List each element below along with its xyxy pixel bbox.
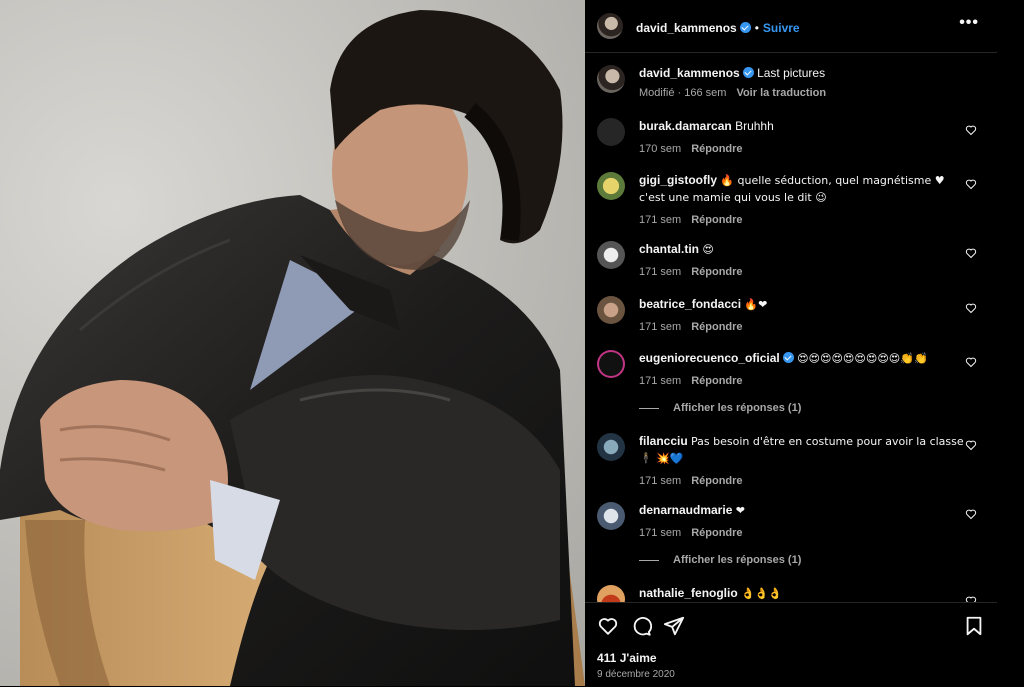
reply-button[interactable]: Répondre	[691, 321, 742, 333]
comment-meta: 171 sem Répondre	[639, 264, 964, 281]
view-replies-button[interactable]: Afficher les réponses (1)	[639, 554, 801, 566]
comment-time: 171 sem	[639, 266, 682, 278]
comment-body: gigi_gistoofly 🔥 quelle séduction, quel …	[639, 172, 964, 229]
header-user-row: david_kammenos • Suivre	[636, 19, 800, 37]
like-comment-heart-icon[interactable]	[965, 595, 977, 602]
follow-button[interactable]: Suivre	[763, 21, 800, 35]
commenter-avatar[interactable]	[597, 241, 625, 269]
caption-avatar[interactable]	[597, 65, 625, 93]
comment-body: filancciu Pas besoin d'être en costume p…	[639, 433, 964, 490]
comment-meta: 171 sem Répondre	[639, 473, 964, 490]
verified-badge-icon	[782, 352, 794, 363]
commenter-avatar[interactable]	[597, 585, 625, 602]
comment-text: Pas besoin d'être en costume pour avoir …	[639, 435, 964, 465]
comment-username[interactable]: gigi_gistoofly	[639, 173, 717, 187]
author-avatar[interactable]	[597, 13, 623, 39]
caption-meta: Modifié · 166 sem Voir la traduction	[639, 85, 964, 102]
comment-time: 171 sem	[639, 527, 682, 539]
reply-button[interactable]: Répondre	[691, 143, 742, 155]
caption-username[interactable]: david_kammenos	[639, 66, 740, 80]
comment-text: ❤	[735, 504, 745, 517]
like-comment-heart-icon[interactable]	[965, 508, 977, 520]
commenter-avatar[interactable]	[597, 350, 625, 378]
like-comment-heart-icon[interactable]	[965, 356, 977, 368]
reply-button[interactable]: Répondre	[691, 527, 742, 539]
verified-badge-icon	[742, 67, 754, 78]
commenter-avatar[interactable]	[597, 172, 625, 200]
comment-username[interactable]: burak.damarcan	[639, 119, 732, 133]
bookmark-icon[interactable]	[963, 615, 985, 637]
like-comment-heart-icon[interactable]	[965, 178, 977, 190]
post-actions-bar: 411 J'aime 9 décembre 2020	[585, 602, 997, 687]
comment-username[interactable]: chantal.tin	[639, 242, 699, 256]
like-comment-heart-icon[interactable]	[965, 247, 977, 259]
likes-count[interactable]: 411 J'aime	[597, 651, 657, 665]
comment-meta: 171 sem Répondre	[639, 319, 964, 336]
comment-meta: 171 sem Répondre	[639, 373, 964, 390]
portrait-illustration	[0, 10, 585, 686]
reply-button[interactable]: Répondre	[691, 266, 742, 278]
share-icon[interactable]	[663, 615, 685, 637]
caption-body: david_kammenos Last pictures Modifié · 1…	[639, 65, 964, 102]
comment-body: beatrice_fondacci 🔥❤ 171 sem Répondre	[639, 296, 964, 336]
window-right-margin	[997, 0, 1024, 686]
like-comment-heart-icon[interactable]	[965, 302, 977, 314]
comment-username[interactable]: eugeniorecuenco_oficial	[639, 351, 780, 365]
commenter-avatar[interactable]	[597, 433, 625, 461]
heart-icon[interactable]	[597, 615, 619, 637]
post-panel: david_kammenos • Suivre ••• david_kammenos…	[585, 0, 997, 686]
comment-time: 171 sem	[639, 321, 682, 333]
comment-username[interactable]: beatrice_fondacci	[639, 297, 741, 311]
comment-username[interactable]: filancciu	[639, 434, 688, 448]
comment-text: 😍😍😍😍😍😍😍😍😍👏👏	[797, 352, 928, 365]
comment-body: denarnaudmarie ❤ 171 sem Répondre	[639, 502, 964, 542]
like-comment-heart-icon[interactable]	[965, 124, 977, 136]
comment-icon[interactable]	[630, 615, 652, 637]
comment-body: chantal.tin 😍 171 sem Répondre	[639, 241, 964, 281]
reply-button[interactable]: Répondre	[691, 475, 742, 487]
comment-meta: 171 sem Répondre	[639, 212, 964, 229]
comment-time: 170 sem	[639, 143, 682, 155]
author-username[interactable]: david_kammenos	[636, 21, 737, 35]
comment-time: 171 sem	[639, 214, 682, 226]
comment-time: 171 sem	[639, 375, 682, 387]
comment-body: burak.damarcan Bruhhh 170 sem Répondre	[639, 118, 964, 158]
comment-text: Bruhhh	[735, 119, 774, 133]
reply-button[interactable]: Répondre	[691, 375, 742, 387]
comment-text: 😍	[702, 243, 714, 256]
reply-button[interactable]: Répondre	[691, 214, 742, 226]
view-replies-button[interactable]: Afficher les réponses (1)	[639, 402, 801, 414]
like-comment-heart-icon[interactable]	[965, 439, 977, 451]
caption-modified: Modifié · 166 sem	[639, 87, 727, 99]
post-photo[interactable]	[0, 0, 585, 686]
caption-text: Last pictures	[757, 66, 826, 80]
comment-time: 171 sem	[639, 475, 682, 487]
comment-username[interactable]: denarnaudmarie	[639, 503, 732, 517]
commenter-avatar[interactable]	[597, 502, 625, 530]
see-translation-link[interactable]: Voir la traduction	[736, 87, 826, 99]
post-date: 9 décembre 2020	[597, 669, 675, 680]
verified-badge-icon	[739, 22, 751, 33]
commenter-avatar[interactable]	[597, 296, 625, 324]
comments-list[interactable]: david_kammenos Last pictures Modifié · 1…	[585, 53, 997, 602]
comment-username[interactable]: nathalie_fenoglio	[639, 586, 738, 600]
more-options-icon[interactable]: •••	[959, 14, 979, 32]
comment-text: 👌👌👌	[741, 587, 783, 600]
separator-dot: •	[754, 21, 759, 35]
post-header: david_kammenos • Suivre •••	[585, 0, 997, 53]
comment-meta: 170 sem Répondre	[639, 141, 964, 158]
commenter-avatar[interactable]	[597, 118, 625, 146]
comment-body: eugeniorecuenco_oficial 😍😍😍😍😍😍😍😍😍👏👏 171 …	[639, 350, 964, 390]
comment-meta: 171 sem Répondre	[639, 525, 964, 542]
comment-body: nathalie_fenoglio 👌👌👌	[639, 585, 964, 602]
comment-text: 🔥❤	[744, 298, 768, 311]
